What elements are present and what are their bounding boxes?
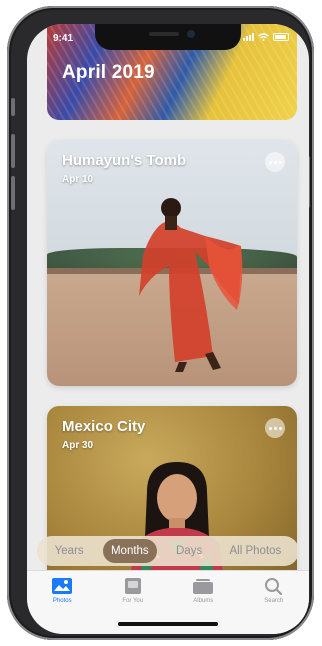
ellipsis-icon <box>268 426 272 430</box>
status-time: 9:41 <box>53 33 74 44</box>
tab-label: Search <box>264 598 284 604</box>
tab-photos[interactable]: Photos <box>32 577 92 634</box>
segment-months[interactable]: Months <box>102 539 157 563</box>
cellular-signal-icon <box>243 33 254 41</box>
home-indicator[interactable] <box>118 622 218 626</box>
phone-frame: 9:41 April 2019 Humayun's Tomb Apr 10 Me… <box>7 6 314 640</box>
dancer-photo <box>139 198 243 372</box>
card-date: Apr 10 <box>62 174 94 185</box>
albums-icon <box>193 579 214 594</box>
tab-label: Photos <box>52 598 72 604</box>
card-title: Mexico City <box>62 418 146 435</box>
page-title: April 2019 <box>62 62 155 83</box>
photos-icon <box>52 578 73 594</box>
portrait-photo <box>129 462 225 586</box>
tab-search[interactable]: Search <box>244 577 304 634</box>
more-options-button[interactable] <box>265 418 285 438</box>
tab-label: Albums <box>193 598 214 604</box>
wifi-icon <box>258 33 269 41</box>
card-title: Humayun's Tomb <box>62 152 187 169</box>
volume-down-button <box>11 176 15 210</box>
memory-card-humayuns-tomb[interactable]: Humayun's Tomb Apr 10 <box>47 140 297 386</box>
segment-days[interactable]: Days <box>168 539 210 563</box>
for-you-icon <box>124 578 141 594</box>
ellipsis-icon <box>268 160 272 164</box>
search-icon <box>264 578 282 595</box>
library-view-segmented-control: Years Months Days All Photos <box>37 536 299 566</box>
status-icons <box>243 33 289 41</box>
status-bar: 9:41 <box>27 24 309 50</box>
more-options-button[interactable] <box>265 152 285 172</box>
battery-icon <box>273 33 289 41</box>
segment-years[interactable]: Years <box>47 539 92 563</box>
volume-up-button <box>11 134 15 168</box>
screen: 9:41 April 2019 Humayun's Tomb Apr 10 Me… <box>27 24 309 634</box>
segment-all-photos[interactable]: All Photos <box>222 539 290 563</box>
silent-switch <box>11 98 15 116</box>
card-date: Apr 30 <box>62 440 94 451</box>
tab-label: For You <box>122 598 144 604</box>
